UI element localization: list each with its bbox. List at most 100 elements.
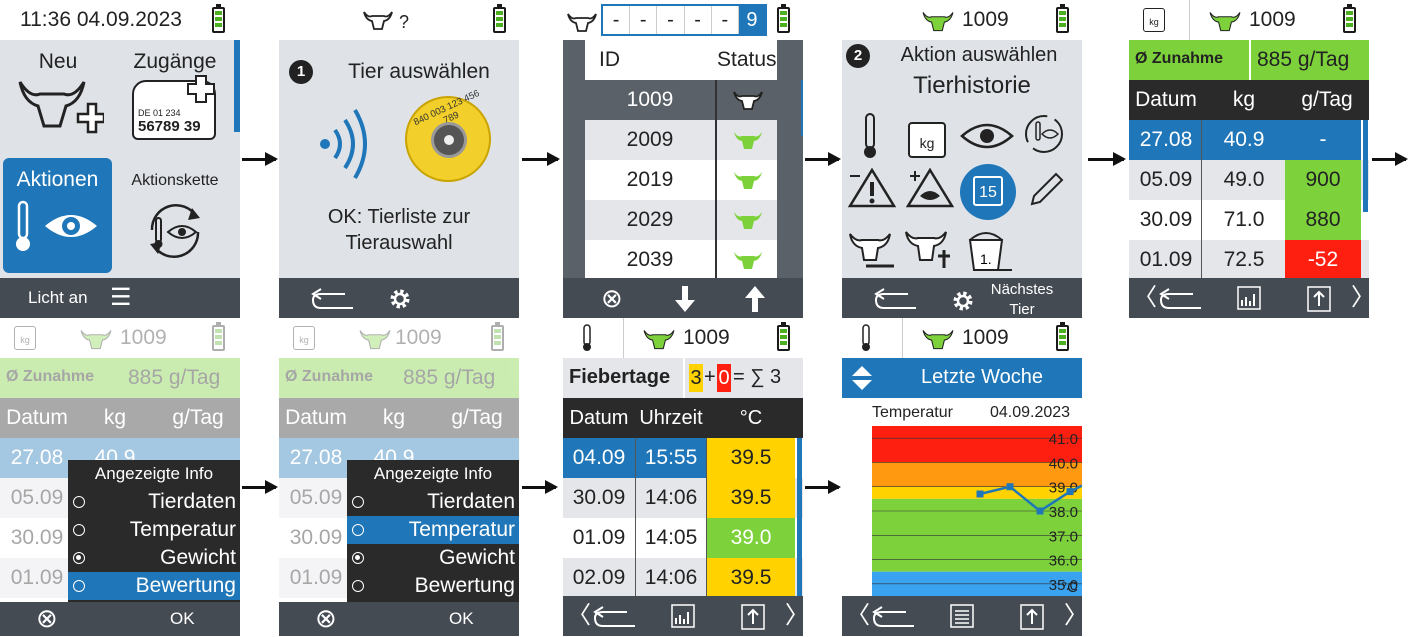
action-chain-icon[interactable] bbox=[1020, 110, 1068, 158]
animal-id: 1009 bbox=[1249, 8, 1296, 31]
ok-button[interactable]: OK bbox=[170, 605, 195, 633]
list-icon[interactable] bbox=[950, 604, 974, 628]
gear-icon[interactable] bbox=[952, 290, 974, 312]
licht-button[interactable]: Licht an bbox=[28, 284, 88, 312]
table-row[interactable]: 05.09 49.0 900 bbox=[1129, 160, 1369, 200]
weight-icon[interactable]: kg bbox=[908, 122, 946, 158]
chart-date: 04.09.2023 bbox=[990, 404, 1071, 421]
prev-button[interactable]: 〈 bbox=[846, 602, 870, 630]
footer-bar: ⊗ bbox=[563, 278, 803, 318]
next-button[interactable]: 〉 bbox=[1064, 602, 1082, 630]
menu-item[interactable]: Gewicht bbox=[347, 544, 519, 572]
menu-item[interactable]: Gewicht bbox=[68, 544, 240, 572]
battery-icon bbox=[1056, 4, 1069, 33]
digit[interactable]: - bbox=[603, 6, 631, 34]
next-animal-button[interactable]: Nächstes Tier bbox=[982, 280, 1062, 318]
status-bar: kg 1009 bbox=[279, 318, 519, 358]
table-row[interactable]: 30.09 14:06 39.5 bbox=[563, 478, 803, 518]
digit[interactable]: - bbox=[657, 6, 685, 34]
footer-bar: ⊗ OK bbox=[0, 602, 240, 636]
cancel-button[interactable]: ⊗ bbox=[601, 284, 623, 312]
table-row[interactable]: 01.09 14:05 39.0 bbox=[563, 518, 803, 558]
observation-icon[interactable] bbox=[906, 168, 954, 208]
menu-item[interactable]: Tierdaten bbox=[347, 488, 519, 516]
table-row[interactable]: 27.08 40.9 - bbox=[1129, 120, 1369, 160]
period-selector[interactable]: Letzte Woche bbox=[842, 358, 1082, 398]
aktionskette-button[interactable]: Aktionskette bbox=[118, 158, 232, 274]
avg-label: Ø Zunahme bbox=[1135, 50, 1224, 67]
col-divider bbox=[715, 80, 717, 278]
ok-hint-line1: OK: Tierliste zur bbox=[327, 206, 471, 228]
weight-table: Ø Zunahme 885 g/Tag Datum kg g/Tag 27.08… bbox=[1129, 40, 1369, 280]
menu-item[interactable]: Temperatur bbox=[347, 516, 519, 544]
scrollbar[interactable] bbox=[1363, 120, 1368, 212]
prev-button[interactable]: 〈 bbox=[1133, 284, 1157, 312]
back-icon[interactable] bbox=[870, 606, 916, 630]
scrollbar[interactable] bbox=[797, 438, 802, 596]
unknown-animal: ? bbox=[399, 12, 410, 32]
cow-death-icon[interactable] bbox=[904, 228, 956, 270]
table-row[interactable]: 02.09 14:06 39.5 bbox=[563, 558, 803, 598]
prev-button[interactable]: 〈 bbox=[567, 602, 591, 630]
upload-icon[interactable] bbox=[741, 604, 765, 630]
chart-point bbox=[1066, 488, 1074, 496]
menu-item[interactable]: Bewertung bbox=[68, 572, 240, 600]
menu-title: Angezeigte Info bbox=[94, 464, 214, 483]
thermometer-icon[interactable] bbox=[860, 112, 880, 160]
temperature-chart: 41.040.039.038.037.036.035.0°C bbox=[872, 426, 1082, 596]
aktionen-button[interactable]: Aktionen bbox=[3, 158, 112, 273]
scrollbar[interactable] bbox=[234, 40, 240, 132]
battery-icon bbox=[777, 322, 790, 351]
digit[interactable]: - bbox=[712, 6, 739, 34]
back-icon[interactable] bbox=[309, 288, 355, 312]
table-row[interactable]: 30.09 71.0 880 bbox=[1129, 200, 1369, 240]
up-down-icon[interactable] bbox=[850, 364, 874, 392]
menu-item[interactable]: Temperatur bbox=[68, 516, 240, 544]
chart-tick-label: 37.0 bbox=[1049, 528, 1078, 545]
next-button[interactable]: 〉 bbox=[1351, 284, 1369, 312]
fever-summary: Fiebertage 3 + 0 = ∑ 3 bbox=[563, 358, 803, 398]
bucket-icon[interactable]: 1. bbox=[964, 230, 1014, 274]
warning-icon[interactable] bbox=[848, 168, 896, 208]
back-icon[interactable] bbox=[591, 606, 637, 630]
cow-icon bbox=[359, 330, 391, 350]
neu-label: Neu bbox=[38, 50, 78, 73]
avg-gain-row: Ø Zunahme 885 g/Tag bbox=[1129, 40, 1369, 80]
back-icon[interactable] bbox=[1157, 288, 1203, 312]
status-bar: ? bbox=[279, 0, 519, 40]
new-animal-button[interactable]: Neu bbox=[0, 40, 116, 156]
zugaenge-button[interactable]: Zugänge DE 01 234 56789 39 bbox=[118, 40, 232, 156]
cancel-button[interactable]: ⊗ bbox=[315, 604, 337, 632]
eye-icon[interactable] bbox=[960, 120, 1014, 152]
calendar-button[interactable]: 15 bbox=[960, 164, 1016, 220]
back-icon[interactable] bbox=[872, 288, 918, 312]
info-menu: Angezeigte Info Tierdaten Temperatur Gew… bbox=[68, 460, 240, 602]
table-row[interactable]: 01.09 72.5 -52 bbox=[1129, 240, 1369, 280]
flow-arrow bbox=[1372, 152, 1408, 166]
digit-active[interactable]: 9 bbox=[738, 6, 766, 34]
table-row[interactable]: 04.09 15:55 39.5 bbox=[563, 438, 803, 478]
cancel-button[interactable]: ⊗ bbox=[36, 604, 58, 632]
upload-icon[interactable] bbox=[1020, 604, 1044, 630]
cow-exit-icon[interactable] bbox=[848, 230, 896, 270]
battery-icon bbox=[1056, 322, 1069, 351]
chart-icon[interactable] bbox=[671, 604, 695, 628]
chart-icon[interactable] bbox=[1237, 286, 1261, 310]
fever-count-b: 0 bbox=[717, 364, 731, 392]
next-button[interactable]: 〉 bbox=[785, 602, 803, 630]
menu-icon[interactable]: ☰ bbox=[110, 284, 132, 312]
ok-button[interactable]: OK bbox=[449, 605, 474, 633]
thermometer-eye-icon bbox=[16, 200, 97, 251]
cow-plus-icon bbox=[18, 81, 104, 134]
digit[interactable]: - bbox=[630, 6, 658, 34]
pencil-icon[interactable] bbox=[1026, 170, 1066, 210]
menu-item[interactable]: Tierdaten bbox=[68, 488, 240, 516]
menu-item[interactable]: Bewertung bbox=[347, 572, 519, 600]
id-entry-field[interactable]: - - - - - 9 bbox=[601, 4, 767, 36]
arrow-up-icon[interactable] bbox=[745, 286, 765, 312]
digit[interactable]: - bbox=[685, 6, 712, 34]
scrollbar[interactable] bbox=[801, 80, 803, 136]
gear-icon[interactable] bbox=[389, 288, 411, 310]
arrow-down-icon[interactable] bbox=[675, 286, 695, 312]
upload-icon[interactable] bbox=[1307, 286, 1331, 312]
